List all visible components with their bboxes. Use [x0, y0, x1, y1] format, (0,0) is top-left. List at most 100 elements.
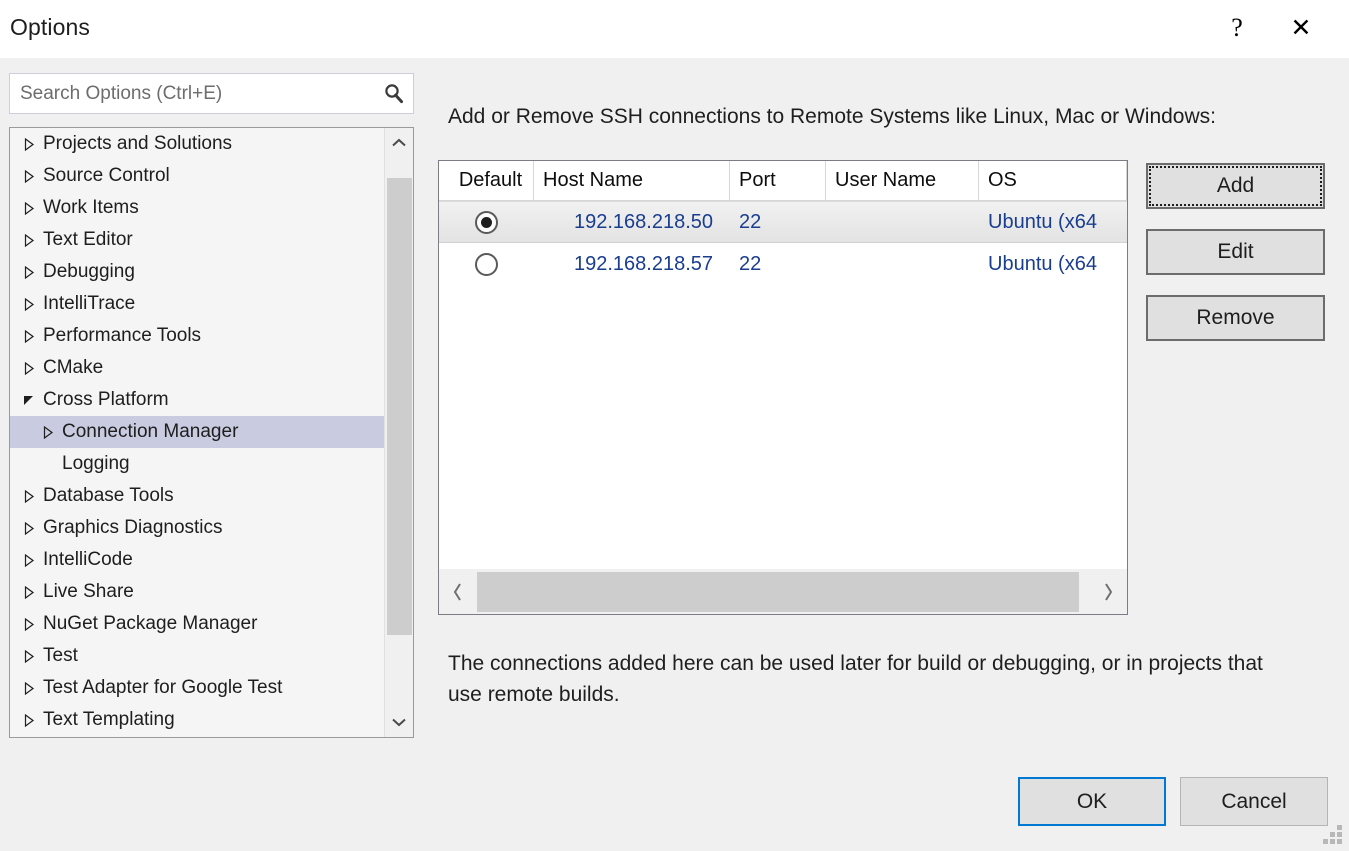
tree-item-label: Connection Manager [59, 421, 238, 443]
triangle-right-icon[interactable] [18, 617, 40, 631]
table-row[interactable]: 192.168.218.5022 Ubuntu (x64 [439, 201, 1127, 243]
tree-item[interactable]: Debugging [10, 256, 384, 288]
tree-item-label: NuGet Package Manager [40, 613, 257, 635]
triangle-right-icon[interactable] [18, 713, 40, 727]
remove-button[interactable]: Remove [1146, 295, 1325, 341]
scroll-up-button[interactable] [385, 128, 413, 158]
triangle-right-icon[interactable] [18, 233, 40, 247]
options-tree-list: Projects and Solutions Source Control Work… [10, 128, 384, 737]
port-cell[interactable]: 22 [730, 243, 826, 285]
tree-item[interactable]: Work Items [10, 192, 384, 224]
help-button[interactable]: ? [1215, 8, 1259, 48]
tree-item-label: Logging [59, 453, 130, 475]
tree-item-label: CMake [40, 357, 103, 379]
tree-item-label: Performance Tools [40, 325, 201, 347]
tree-item[interactable]: Live Share [10, 576, 384, 608]
grid-column-header[interactable]: User Name [826, 161, 979, 200]
tree-item-label: Text Editor [40, 229, 133, 251]
grid-column-header[interactable]: Port [730, 161, 826, 200]
tree-item-label: Cross Platform [40, 389, 169, 411]
host-name-cell[interactable]: 192.168.218.50 [534, 202, 730, 242]
tree-item-label: Projects and Solutions [40, 133, 232, 155]
tree-item[interactable]: Test [10, 640, 384, 672]
search-box[interactable] [9, 73, 414, 114]
close-button[interactable]: ✕ [1279, 8, 1323, 48]
tree-item-label: IntelliCode [40, 549, 133, 571]
tree-item[interactable]: Connection Manager [10, 416, 384, 448]
tree-item[interactable]: Performance Tools [10, 320, 384, 352]
triangle-right-icon[interactable] [18, 489, 40, 503]
default-cell[interactable] [439, 202, 534, 242]
triangle-right-icon[interactable] [18, 169, 40, 183]
tree-item[interactable]: IntelliCode [10, 544, 384, 576]
triangle-right-icon[interactable] [18, 553, 40, 567]
tree-item-label: Live Share [40, 581, 134, 603]
grid-column-header[interactable]: Default [439, 161, 534, 200]
host-name-cell[interactable]: 192.168.218.57 [534, 243, 730, 285]
tree-item-label: Source Control [40, 165, 170, 187]
tree-item[interactable]: IntelliTrace [10, 288, 384, 320]
footnote-text: The connections added here can be used l… [448, 648, 1278, 710]
triangle-right-icon[interactable] [18, 201, 40, 215]
tree-item-label: Graphics Diagnostics [40, 517, 223, 539]
radio-unchecked-icon[interactable] [475, 253, 498, 276]
scroll-down-button[interactable] [385, 707, 413, 737]
os-cell[interactable]: Ubuntu (x64 [979, 243, 1127, 285]
triangle-right-icon[interactable] [18, 521, 40, 535]
triangle-right-icon[interactable] [37, 425, 59, 439]
default-cell[interactable] [439, 243, 534, 285]
tree-item-label: Test Adapter for Google Test [40, 677, 282, 699]
tree-item[interactable]: CMake [10, 352, 384, 384]
tree-item[interactable]: Database Tools [10, 480, 384, 512]
triangle-down-icon[interactable] [18, 393, 40, 407]
edit-button[interactable]: Edit [1146, 229, 1325, 275]
triangle-right-icon[interactable] [18, 649, 40, 663]
tree-item[interactable]: Source Control [10, 160, 384, 192]
os-cell[interactable]: Ubuntu (x64 [979, 202, 1127, 242]
grid-scrollbar-thumb[interactable] [477, 572, 1079, 612]
grid-horizontal-scrollbar[interactable] [439, 568, 1127, 614]
triangle-right-icon[interactable] [18, 585, 40, 599]
tree-item[interactable]: Cross Platform [10, 384, 384, 416]
window-title: Options [10, 14, 90, 41]
table-row[interactable]: 192.168.218.5722 Ubuntu (x64 [439, 243, 1127, 285]
grid-action-buttons: Add Edit Remove [1146, 163, 1325, 361]
tree-item-label: Database Tools [40, 485, 174, 507]
scroll-right-button[interactable] [1089, 569, 1127, 614]
user-name-cell[interactable] [826, 243, 979, 285]
tree-vertical-scrollbar[interactable] [384, 128, 413, 737]
close-icon: ✕ [1291, 16, 1312, 41]
tree-item[interactable]: Projects and Solutions [10, 128, 384, 160]
ok-button[interactable]: OK [1018, 777, 1166, 826]
user-name-cell[interactable] [826, 202, 979, 242]
triangle-right-icon[interactable] [18, 681, 40, 695]
connections-grid[interactable]: DefaultHost NamePortUser NameOS 192.168.… [438, 160, 1128, 615]
resize-grip-icon[interactable] [1324, 826, 1342, 844]
tree-item[interactable]: NuGet Package Manager [10, 608, 384, 640]
tree-item[interactable]: Text Editor [10, 224, 384, 256]
tree-item-label: Text Templating [40, 709, 175, 731]
tree-item[interactable]: Graphics Diagnostics [10, 512, 384, 544]
triangle-right-icon[interactable] [18, 361, 40, 375]
port-cell[interactable]: 22 [730, 202, 826, 242]
add-button[interactable]: Add [1146, 163, 1325, 209]
tree-scrollbar-thumb[interactable] [387, 178, 412, 635]
triangle-right-icon[interactable] [18, 265, 40, 279]
tree-item[interactable]: Logging [10, 448, 384, 480]
grid-body[interactable]: 192.168.218.5022Ubuntu (x64192.168.218.5… [439, 201, 1127, 568]
tree-item[interactable]: Text Templating [10, 704, 384, 736]
tree-item[interactable]: Test Adapter for Google Test [10, 672, 384, 704]
cancel-button[interactable]: Cancel [1180, 777, 1328, 826]
radio-checked-icon[interactable] [475, 211, 498, 234]
options-tree[interactable]: Projects and Solutions Source Control Work… [9, 127, 414, 738]
grid-column-header[interactable]: Host Name [534, 161, 730, 200]
question-mark-icon: ? [1231, 15, 1243, 41]
scroll-left-button[interactable] [439, 569, 477, 614]
grid-column-header[interactable]: OS [979, 161, 1127, 200]
tree-item-label: Debugging [40, 261, 135, 283]
search-icon[interactable] [375, 74, 413, 113]
triangle-right-icon[interactable] [18, 137, 40, 151]
triangle-right-icon[interactable] [18, 329, 40, 343]
triangle-right-icon[interactable] [18, 297, 40, 311]
search-input[interactable] [10, 74, 375, 113]
